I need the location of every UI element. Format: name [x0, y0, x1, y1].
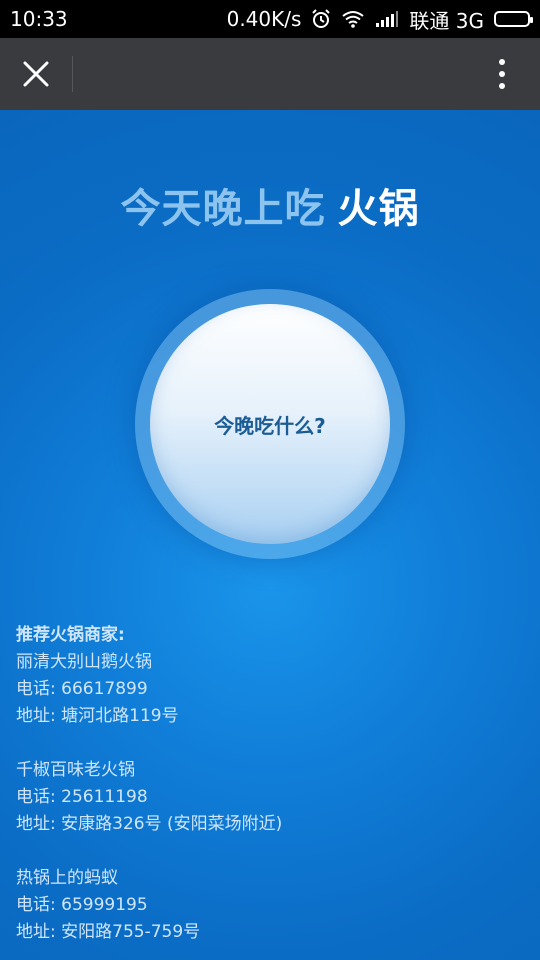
shop-address: 地址: 安康路326号 (安阳菜场附近): [16, 814, 283, 834]
shop-name: 千椒百味老火锅: [16, 760, 135, 780]
shop-item: 丽清大别山鹅火锅 电话: 66617899 地址: 塘河北路119号: [16, 649, 526, 730]
title-prefix: 今天晚上吃: [120, 186, 326, 232]
more-vertical-icon: [499, 59, 505, 89]
title-food: 火锅: [337, 186, 420, 232]
recommendation-title: 推荐火锅商家:: [16, 625, 125, 645]
close-icon: [23, 61, 49, 87]
battery-icon: [494, 11, 533, 27]
network-speed: 0.40K/s: [226, 7, 302, 31]
shop-item: 千椒百味老火锅 电话: 25611198 地址: 安康路326号 (安阳菜场附近…: [16, 757, 526, 838]
random-pick-button[interactable]: 今晚吃什么?: [150, 304, 390, 544]
shop-item: 热锅上的蚂蚁 电话: 65999195 地址: 安阳路755-759号: [16, 865, 526, 946]
signal-icon: [375, 10, 399, 28]
shop-phone[interactable]: 电话: 25611198: [16, 784, 526, 811]
shop-name: 热锅上的蚂蚁: [16, 868, 118, 888]
app-bar: [0, 38, 540, 110]
status-indicators: 0.40K/s 联通 3G: [226, 5, 533, 34]
status-time: 10:33: [10, 7, 68, 31]
more-options-button[interactable]: [484, 56, 520, 92]
main-content: 今天晚上吃 火锅 今晚吃什么? 推荐火锅商家: 丽清大别山鹅火锅 电话: 6661…: [0, 110, 540, 960]
shop-phone[interactable]: 电话: 66617899: [16, 676, 526, 703]
close-button[interactable]: [0, 38, 72, 110]
carrier-label: 联通 3G: [409, 8, 484, 33]
app-bar-divider: [72, 56, 73, 92]
page-title: 今天晚上吃 火锅: [0, 176, 540, 234]
random-pick-label: 今晚吃什么?: [214, 413, 326, 438]
recommendation-list: 推荐火锅商家: 丽清大别山鹅火锅 电话: 66617899 地址: 塘河北路11…: [16, 622, 526, 946]
status-bar: 10:33 0.40K/s 联通 3G: [0, 0, 540, 38]
wifi-icon: [341, 10, 365, 28]
shop-address: 地址: 塘河北路119号: [16, 706, 179, 726]
shop-name: 丽清大别山鹅火锅: [16, 652, 152, 672]
shop-address: 地址: 安阳路755-759号: [16, 922, 201, 942]
shop-phone[interactable]: 电话: 65999195: [16, 892, 526, 919]
alarm-icon: [311, 9, 331, 29]
